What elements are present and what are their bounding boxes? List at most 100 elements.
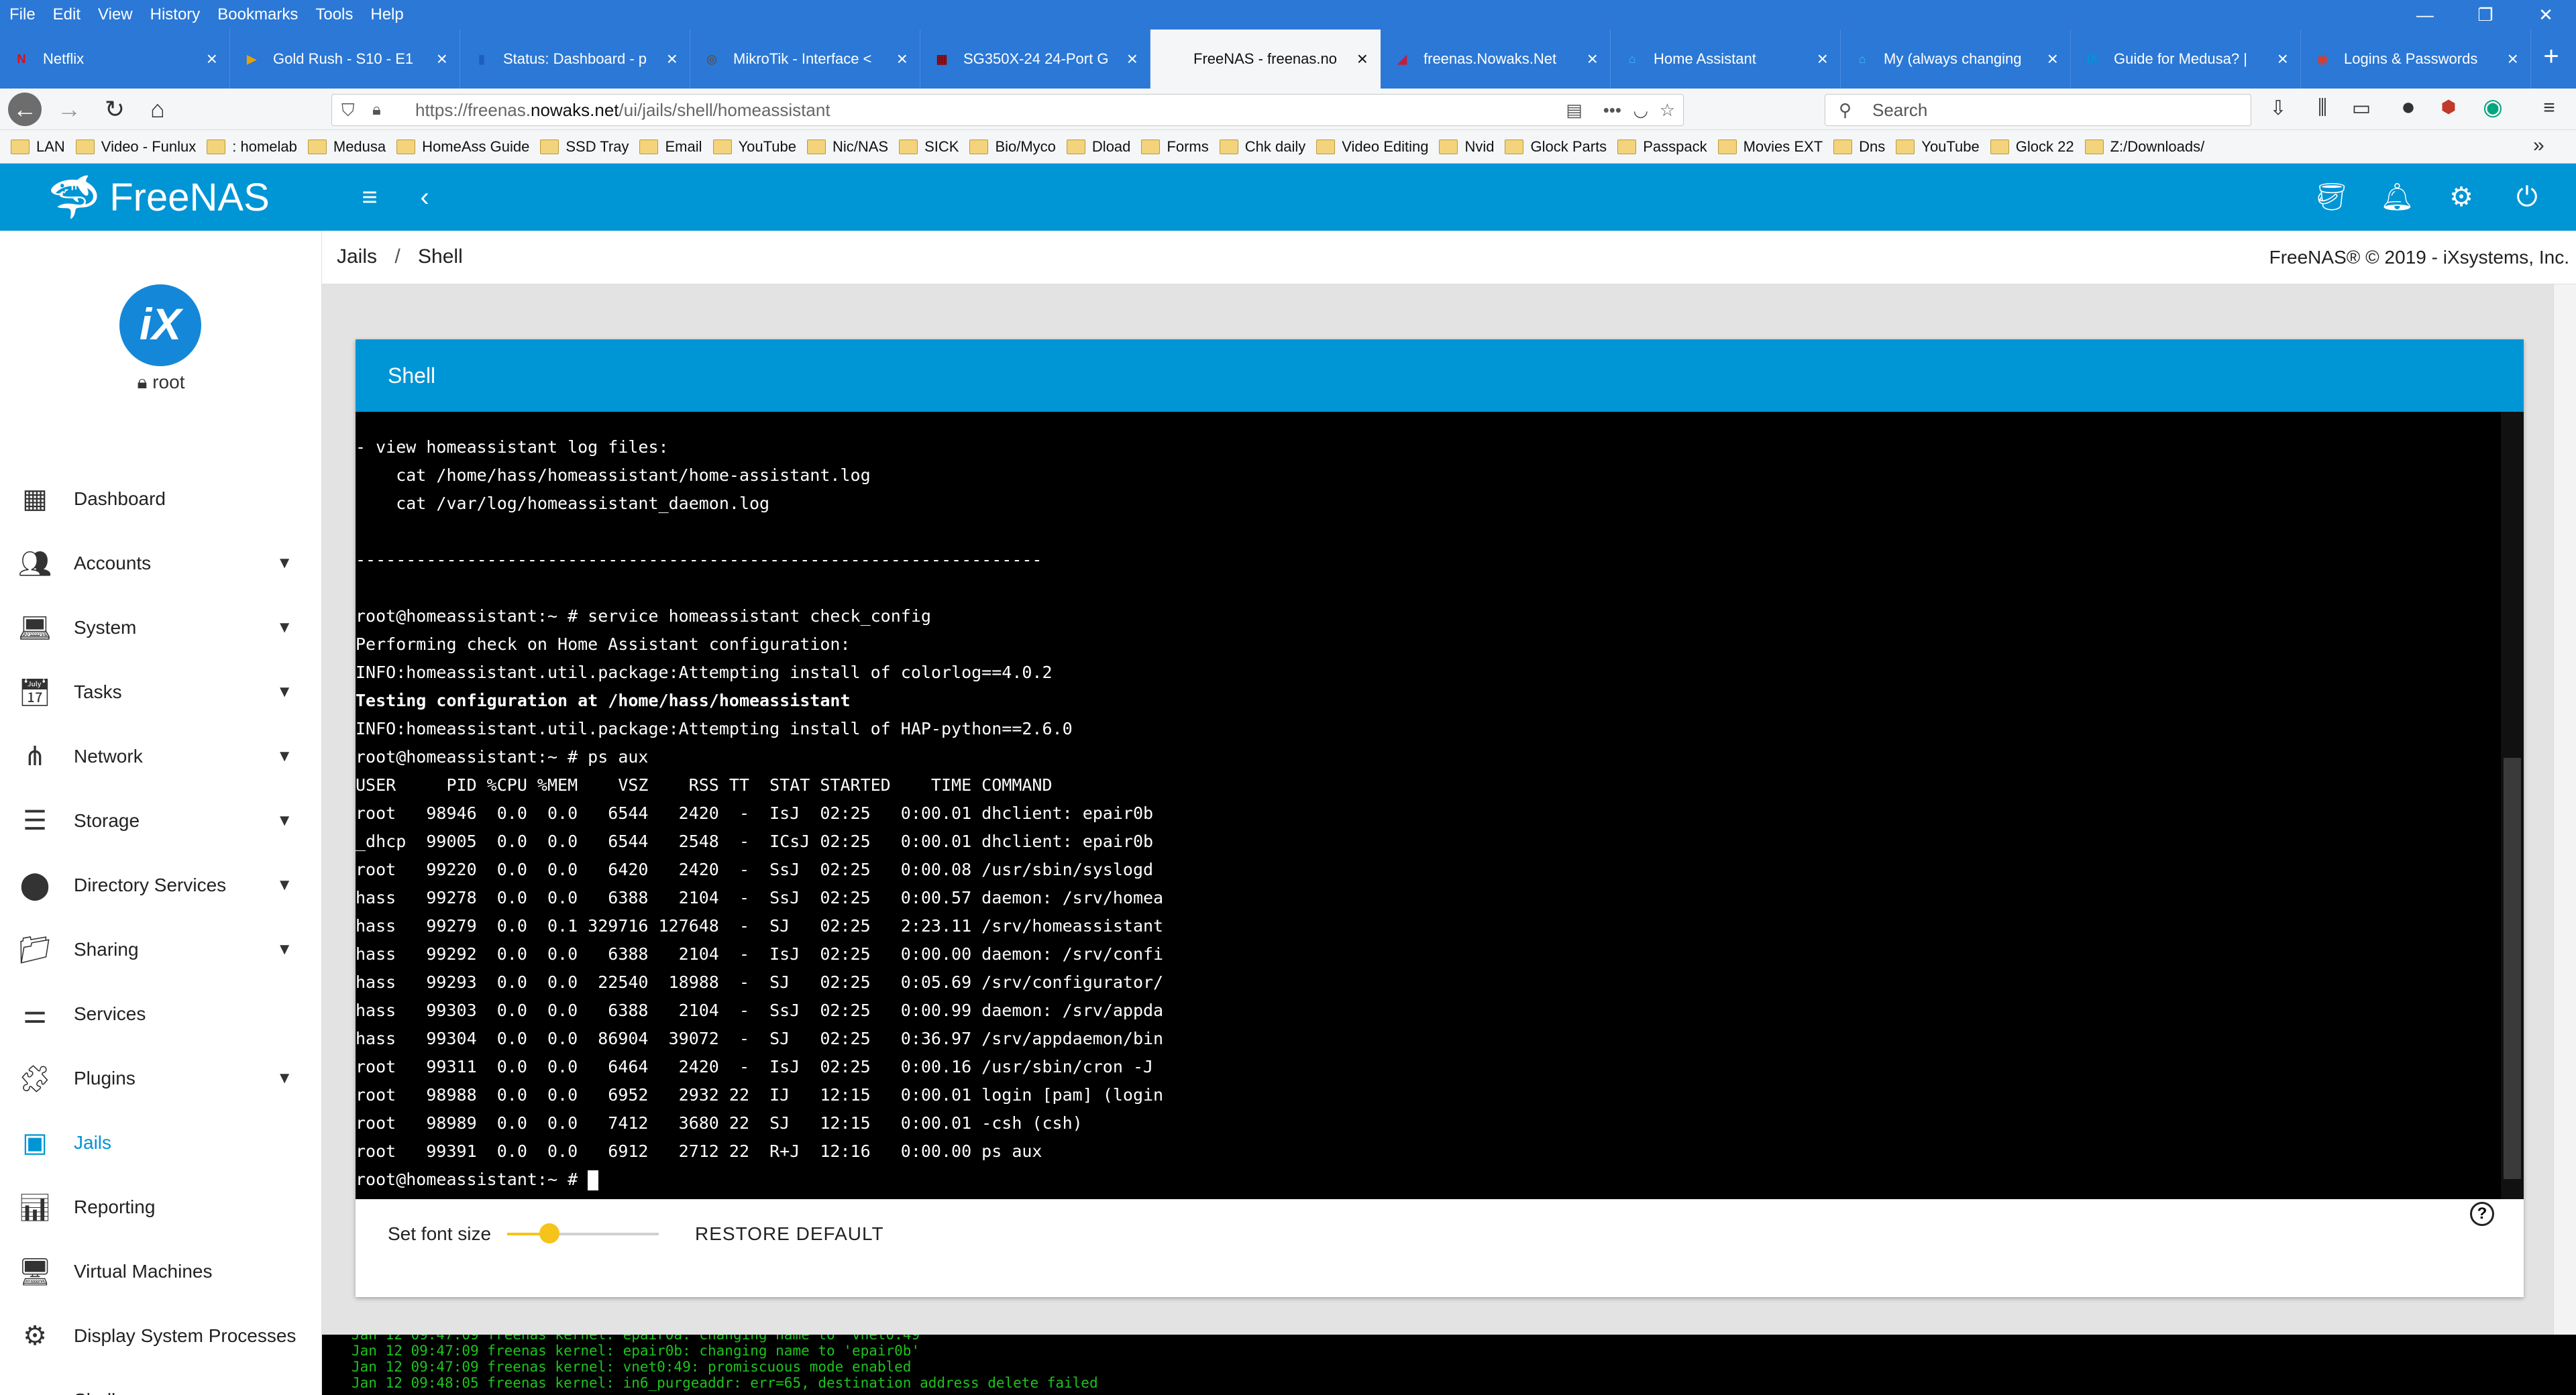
bookmark-item[interactable]: Z:/Downloads/ [2084,138,2204,156]
settings-gear-icon[interactable]: ⚙ [2445,180,2478,214]
extension-green-icon[interactable]: ◉ [2479,94,2506,121]
menu-bookmarks[interactable]: Bookmarks [217,5,298,24]
terminal-scroll-thumb[interactable] [2504,758,2521,1179]
bookmark-item[interactable]: : homelab [207,138,297,156]
bookmarks-overflow-icon[interactable]: » [2533,134,2544,157]
bookmark-item[interactable]: Nic/NAS [806,138,888,156]
chevron-down-icon[interactable]: ▼ [276,1069,292,1088]
hamburger-menu-icon[interactable]: ≡ [2536,97,2563,119]
terminal-scrollbar[interactable] [2501,412,2524,1199]
font-size-slider-knob[interactable] [539,1223,560,1243]
bookmark-item[interactable]: Email [639,138,702,156]
bookmark-item[interactable]: Video Editing [1316,138,1428,156]
notifications-bell-icon[interactable]: 🔔︎ [2380,180,2414,214]
sidebar-item-services[interactable]: ⚌ Services [0,982,322,1046]
back-icon[interactable]: ← [8,93,42,126]
bookmark-item[interactable]: Forms [1141,138,1209,156]
reload-icon[interactable]: ↻ [98,93,131,126]
star-icon[interactable]: ☆ [1660,95,1675,125]
bookmark-item[interactable]: Bio/Myco [969,138,1056,156]
sidebar-item-plugins[interactable]: 🧩︎ Plugins ▼ [0,1046,322,1111]
tab-0[interactable]: N Netflix × [0,30,230,89]
chevron-down-icon[interactable]: ▼ [276,618,292,637]
sidebar-item-jails[interactable]: ▣ Jails [0,1111,322,1175]
sidebar-item-reporting[interactable]: 📊︎ Reporting [0,1175,322,1239]
tab-close-icon[interactable]: × [2508,48,2518,70]
sidebar-item-shell[interactable]: ›_ Shell [0,1368,322,1395]
more-actions-icon[interactable]: ••• [1603,95,1621,125]
bookmark-item[interactable]: Dload [1066,138,1130,156]
bookmark-item[interactable]: Medusa [307,138,386,156]
breadcrumb-jails[interactable]: Jails [337,245,377,268]
chevron-down-icon[interactable]: ▼ [276,876,292,895]
bookmark-item[interactable]: Glock 22 [1990,138,2074,156]
new-tab-button[interactable]: + [2531,30,2571,89]
search-input[interactable]: ⚲ Search [1825,94,2251,126]
minimize-button[interactable]: — [2395,0,2455,30]
bookmark-item[interactable]: SSD Tray [540,138,629,156]
restore-default-button[interactable]: RESTORE DEFAULT [695,1223,884,1245]
tab-9[interactable]: iX Guide for Medusa? | × [2071,30,2301,89]
theme-paint-icon[interactable]: 🪣︎ [2314,180,2349,214]
home-icon[interactable]: ⌂ [141,93,174,126]
terminal[interactable]: - view homeassistant log files: cat /hom… [356,412,2524,1199]
tab-4[interactable]: ▦ SG350X-24 24-Port G × [920,30,1150,89]
page-scrollbar[interactable] [2553,284,2576,1335]
sidebar-item-directory-services[interactable]: ⬤ Directory Services ▼ [0,853,322,917]
bookmark-item[interactable]: YouTube [712,138,796,156]
lock-icon[interactable]: 🔒︎ [372,95,381,125]
bookmark-item[interactable]: HomeAss Guide [396,138,529,156]
tab-close-icon[interactable]: × [897,48,908,70]
freenas-logo[interactable]: 🦈︎ FreeNAS [47,173,270,221]
sidebar-item-storage[interactable]: ☰ Storage ▼ [0,789,322,853]
tab-5[interactable]: FreeNAS - freenas.no × [1150,30,1381,89]
chevron-down-icon[interactable]: ▼ [276,683,292,702]
tab-close-icon[interactable]: × [1357,48,1368,70]
chevron-down-icon[interactable]: ▼ [276,940,292,959]
bookmark-item[interactable]: LAN [11,138,65,156]
tab-close-icon[interactable]: × [207,48,217,70]
bookmark-item[interactable]: Video - Funlux [75,138,196,156]
tab-1[interactable]: ▶ Gold Rush - S10 - E1 × [230,30,460,89]
chevron-down-icon[interactable]: ▼ [276,747,292,766]
tab-8[interactable]: ⌂ My (always changing × [1841,30,2071,89]
bookmark-item[interactable]: Movies EXT [1717,138,1823,156]
tab-close-icon[interactable]: × [2047,48,2058,70]
bookmark-item[interactable]: Passpack [1617,138,1707,156]
tab-close-icon[interactable]: × [2277,48,2288,70]
power-icon[interactable]: ⏻ [2510,180,2544,214]
reader-view-icon[interactable]: ▤ [1566,95,1582,125]
bookmark-item[interactable]: YouTube [1896,138,1980,156]
restore-button[interactable]: ❐ [2455,0,2516,30]
tab-close-icon[interactable]: × [667,48,678,70]
tab-close-icon[interactable]: × [1127,48,1138,70]
sidebar-item-sharing[interactable]: 📁︎ Sharing ▼ [0,917,322,982]
bookmark-item[interactable]: SICK [899,138,959,156]
menu-edit[interactable]: Edit [53,5,80,24]
menu-file[interactable]: File [9,5,36,24]
help-icon[interactable]: ? [2470,1202,2494,1226]
sidebar-item-network[interactable]: ⋔ Network ▼ [0,724,322,789]
tab-2[interactable]: ▮ Status: Dashboard - p × [460,30,690,89]
font-size-slider[interactable] [507,1223,659,1243]
url-bar[interactable]: ⛉ 🔒︎ https://freenas.nowaks.net/ui/jails… [331,94,1684,126]
library-icon[interactable]: ⫼ [2309,97,2336,119]
sidebar-item-tasks[interactable]: 📅︎ Tasks ▼ [0,660,322,724]
bookmark-item[interactable]: Glock Parts [1505,138,1607,156]
sidebar-item-display-system-processes[interactable]: ⚙ Display System Processes [0,1304,322,1368]
tab-10[interactable]: ◉ Logins & Passwords × [2301,30,2531,89]
ublock-icon[interactable]: ⬢ [2435,97,2462,117]
sidebar-toggle-icon[interactable]: ▭ [2348,97,2375,120]
tab-close-icon[interactable]: × [437,48,447,70]
collapse-chevron-icon[interactable]: ‹ [408,180,441,214]
forward-icon[interactable]: → [52,93,86,126]
tab-3[interactable]: ◎ MikroTik - Interface < × [690,30,920,89]
bookmark-item[interactable]: Chk daily [1219,138,1305,156]
chevron-down-icon[interactable]: ▼ [276,812,292,830]
sidebar-item-dashboard[interactable]: ▦ Dashboard [0,467,322,531]
tab-close-icon[interactable]: × [1817,48,1828,70]
shield-icon[interactable]: ⛉ [341,95,355,125]
downloads-icon[interactable]: ⇩ [2265,97,2292,120]
menu-help[interactable]: Help [370,5,403,24]
menu-view[interactable]: View [98,5,133,24]
